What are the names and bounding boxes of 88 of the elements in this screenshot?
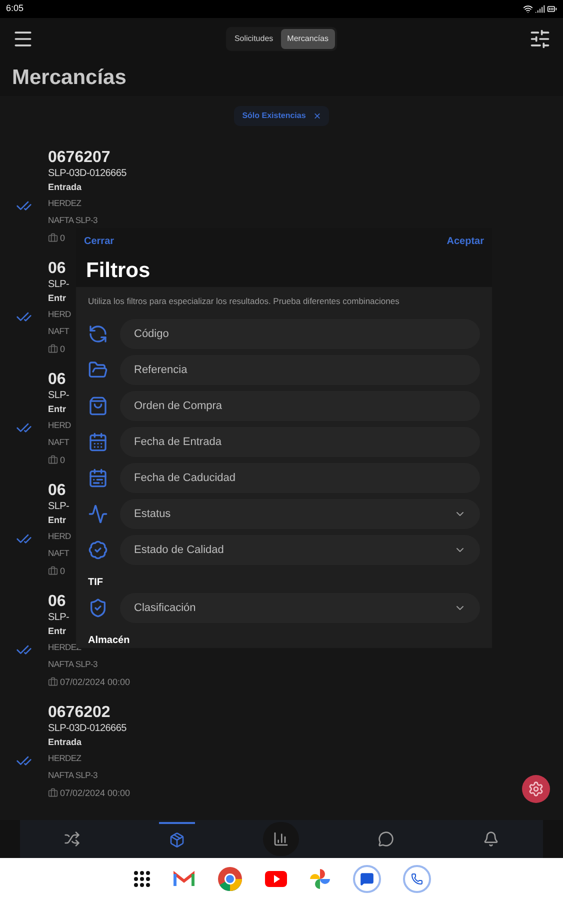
input-field[interactable]: Fecha de Entrada [120, 427, 480, 457]
item-location: NAFTA SLP-3 [48, 658, 98, 671]
shuffle-icon [64, 831, 80, 847]
page-title: Mercancías [12, 65, 126, 92]
bag-icon [88, 396, 108, 416]
briefcase-icon [48, 788, 58, 798]
folder-icon [88, 360, 108, 380]
item-date: 0 [60, 566, 66, 576]
apps-grid-icon[interactable] [132, 870, 150, 888]
messages-app-icon[interactable] [352, 865, 380, 893]
close-link[interactable]: Cerrar [84, 234, 114, 249]
dropdown-field[interactable]: Estatus [120, 499, 480, 529]
input-field[interactable]: Fecha de Caducidad [120, 463, 480, 493]
item-supplier: HERD [48, 308, 71, 321]
badge-icon [88, 540, 108, 560]
video-icon[interactable] [264, 871, 286, 887]
briefcase-icon [48, 566, 58, 576]
sheet-description: Utiliza los filtros para especializar los resultados. Prueba diferentes combinaciones [88, 295, 400, 308]
dropdown-field[interactable]: Clasificación [120, 593, 480, 623]
item-supplier: HERDEZ [48, 197, 82, 210]
item-date: 0 [60, 456, 66, 464]
item-date: 07/02/2024 00:00 [60, 788, 130, 798]
dropdown-field[interactable]: Estado de Calidad [120, 535, 480, 565]
item-supplier: HERDEZ [48, 752, 82, 765]
chat-icon [378, 831, 394, 847]
item-date: 0 [60, 344, 66, 354]
item-code: 06 [48, 594, 66, 612]
item-reference: SLP- [48, 613, 70, 625]
item-location: NAFT [48, 436, 69, 449]
item-location: NAFT [48, 325, 69, 338]
calendar-icon [88, 468, 108, 488]
status-time: 6:05 [6, 2, 24, 16]
item-reference: SLP- [48, 391, 70, 403]
item-date: 07/02/2024 00:00 [60, 678, 130, 686]
item-reference: SLP- [48, 280, 70, 292]
settings-sliders-icon [528, 28, 551, 50]
briefcase-icon [48, 233, 58, 243]
briefcase-icon [48, 344, 58, 354]
pinwheel-icon[interactable] [308, 868, 330, 890]
item-reference: SLP-03D-0126665 [48, 169, 126, 181]
item-code: 0676202 [48, 705, 110, 723]
filter-button[interactable] [528, 28, 551, 50]
item-location: NAFTA SLP-3 [48, 769, 98, 782]
battery-icon [547, 4, 557, 14]
item-date: 0 [60, 234, 66, 242]
item-type: Entrada [48, 738, 82, 749]
nav-tab[interactable] [263, 822, 300, 856]
bell-icon [482, 831, 499, 847]
phone-app-icon[interactable] [402, 865, 430, 893]
item-reference: SLP-03D-0126665 [48, 724, 126, 736]
shield-icon [88, 598, 108, 618]
input-field[interactable]: Código [120, 319, 480, 349]
item-type: Entr [48, 405, 66, 416]
segment-tab[interactable]: Mercancías [281, 29, 335, 49]
close-chip-button[interactable]: × [314, 110, 321, 122]
accept-link[interactable]: Aceptar [446, 234, 484, 249]
item-type: Entr [48, 294, 66, 305]
segment-tab[interactable]: Solicitudes [228, 29, 280, 49]
mail-icon[interactable] [172, 870, 194, 888]
refresh-icon [88, 324, 108, 344]
browser-icon[interactable] [216, 866, 242, 892]
input-field[interactable]: Orden de Compra [120, 391, 480, 421]
settings-icon [528, 781, 544, 797]
item-code: 06 [48, 483, 66, 501]
item-supplier: HERD [48, 419, 71, 432]
item-location: NAFT [48, 547, 69, 560]
signal-icon [535, 4, 545, 14]
item-type: Entrada [48, 183, 82, 194]
filter-chip[interactable]: Sólo Existencias × [234, 106, 329, 126]
item-code: 06 [48, 372, 66, 390]
item-reference: SLP- [48, 502, 70, 514]
item-code: 06 [48, 261, 66, 279]
sheet-title: Filtros [86, 258, 150, 284]
bar-chart-icon [273, 831, 290, 847]
section-heading: TIF [88, 576, 103, 590]
wifi-icon [523, 4, 533, 14]
input-field[interactable]: Referencia [120, 355, 480, 385]
section-heading: Almacén [88, 634, 130, 648]
item-type: Entr [48, 516, 66, 527]
item-supplier: HERD [48, 530, 71, 543]
package-icon [168, 832, 185, 848]
item-type: Entr [48, 627, 66, 638]
item-code: 0676207 [48, 150, 110, 168]
calendar-icon [88, 432, 108, 452]
briefcase-icon [48, 455, 58, 465]
pulse-icon [88, 504, 108, 524]
briefcase-icon [48, 677, 58, 687]
item-location: NAFTA SLP-3 [48, 214, 98, 227]
